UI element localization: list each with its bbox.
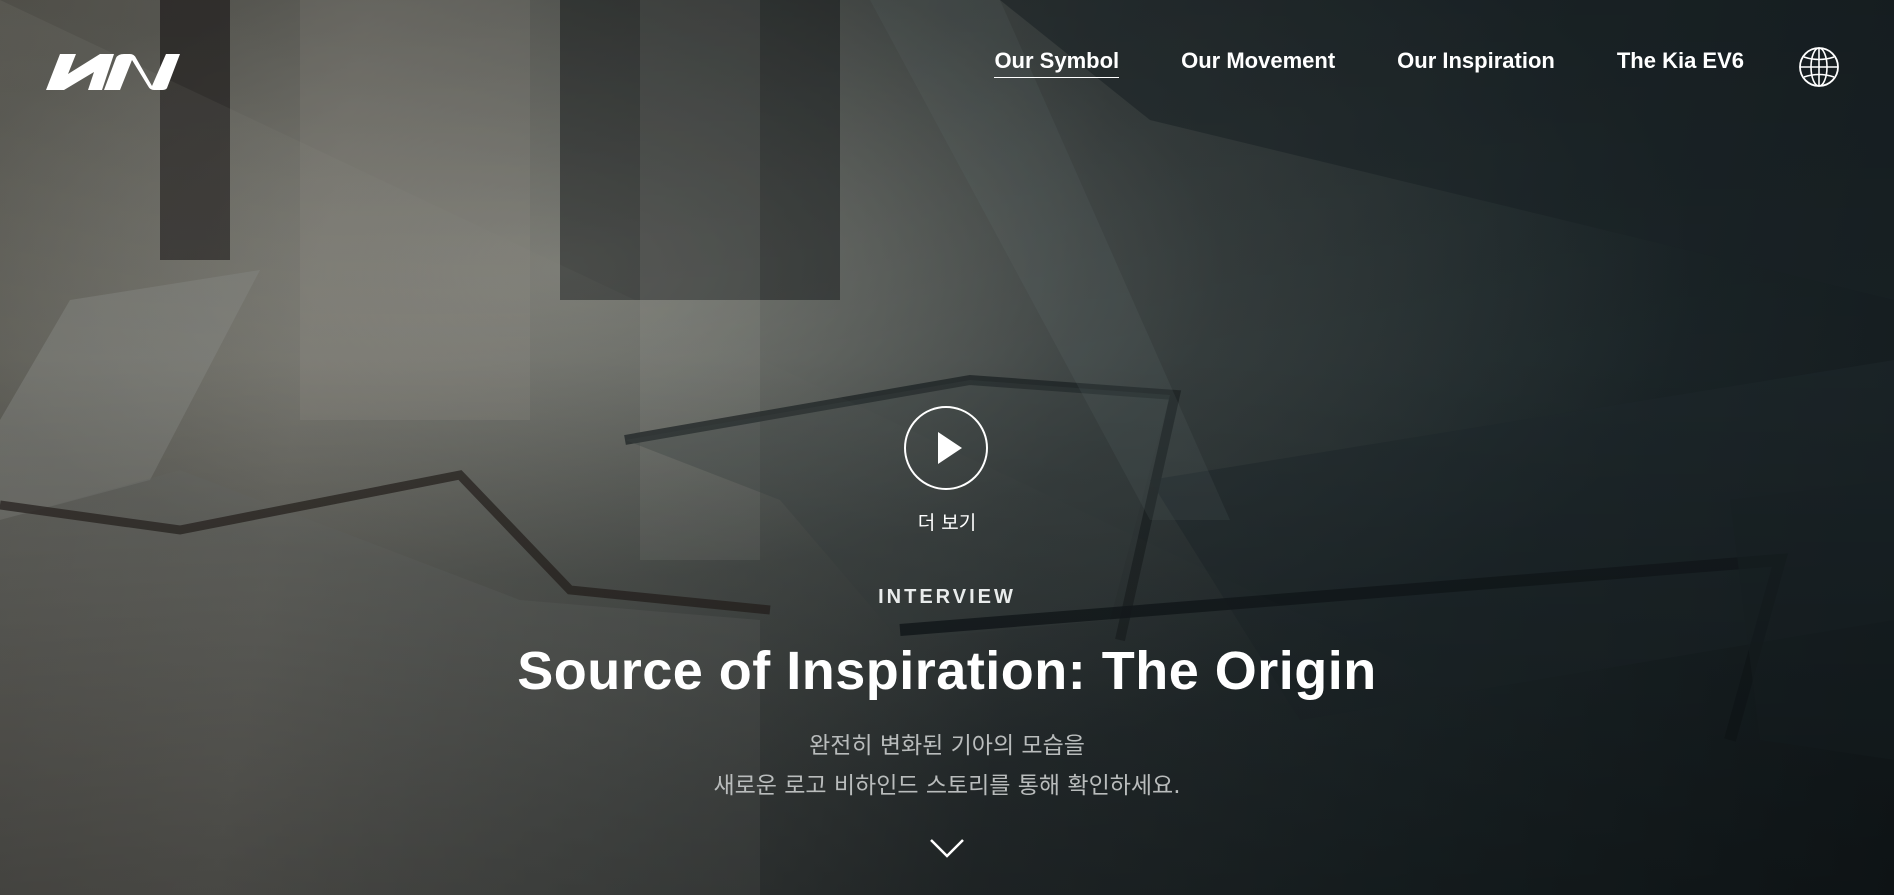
kia-logo[interactable] [46,52,196,92]
main-nav: Our Symbol Our Movement Our Inspiration … [932,48,1744,78]
hero-description-line1: 완전히 변화된 기아의 모습을 [809,733,1085,759]
nav-item-our-movement[interactable]: Our Movement [1181,48,1335,78]
nav-item-our-symbol[interactable]: Our Symbol [994,48,1120,78]
hero-section: Our Symbol Our Movement Our Inspiration … [0,0,1894,895]
more-label[interactable]: 더 보기 [0,508,1894,535]
hero-title: Source of Inspiration: The Origin [517,641,1377,701]
nav-item-the-kia-ev6[interactable]: The Kia EV6 [1617,48,1744,78]
globe-icon[interactable] [1798,46,1840,88]
hero-description-line2: 새로운 로고 비하인드 스토리를 통해 확인하세요. [713,773,1181,799]
play-icon [938,432,962,464]
nav-item-our-inspiration[interactable]: Our Inspiration [1397,48,1555,78]
play-button[interactable] [904,406,988,490]
chevron-down-icon[interactable] [928,836,966,860]
site-header: Our Symbol Our Movement Our Inspiration … [0,0,1894,130]
category-label: INTERVIEW [878,586,1016,608]
